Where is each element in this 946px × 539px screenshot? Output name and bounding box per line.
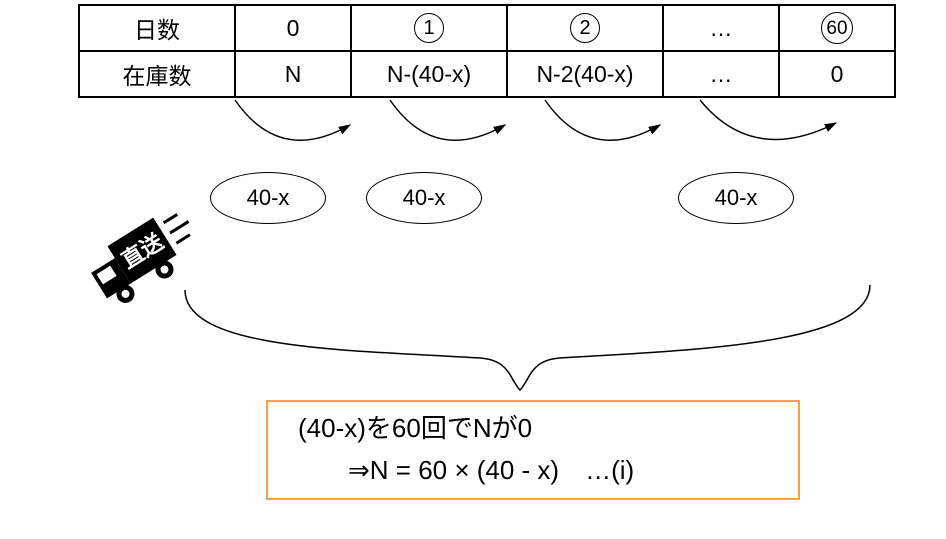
day-1: 1 xyxy=(351,5,507,51)
stock-1: N-(40-x) xyxy=(351,51,507,97)
decrement-oval-3: 40-x xyxy=(678,172,794,224)
circled-number-2: 2 xyxy=(570,13,600,43)
conclusion-box: (40-x)を60回でNが0 ⇒N = 60 × (40 - x) …(i) xyxy=(266,400,800,500)
circled-number-60: 60 xyxy=(821,12,853,44)
day-60: 60 xyxy=(779,5,895,51)
decrement-oval-1: 40-x xyxy=(210,172,326,224)
conclusion-line-2: ⇒N = 60 × (40 - x) …(i) xyxy=(298,450,798,492)
circled-number-1: 1 xyxy=(414,13,444,43)
days-stock-table: 日数 0 1 2 … 60 在庫数 N N-(40-x) N-2(40-x) …… xyxy=(78,4,896,98)
row-label-stock: 在庫数 xyxy=(79,51,235,97)
day-dots: … xyxy=(663,5,779,51)
stock-dots: … xyxy=(663,51,779,97)
table-row: 在庫数 N N-(40-x) N-2(40-x) … 0 xyxy=(79,51,895,97)
delivery-truck-icon: 直送 xyxy=(82,200,202,320)
stock-0: N xyxy=(235,51,351,97)
conclusion-line-1: (40-x)を60回でNが0 xyxy=(298,408,798,450)
day-0: 0 xyxy=(235,5,351,51)
row-label-days: 日数 xyxy=(79,5,235,51)
stock-60: 0 xyxy=(779,51,895,97)
table-row: 日数 0 1 2 … 60 xyxy=(79,5,895,51)
decrement-oval-2: 40-x xyxy=(366,172,482,224)
day-2: 2 xyxy=(507,5,663,51)
stock-2: N-2(40-x) xyxy=(507,51,663,97)
